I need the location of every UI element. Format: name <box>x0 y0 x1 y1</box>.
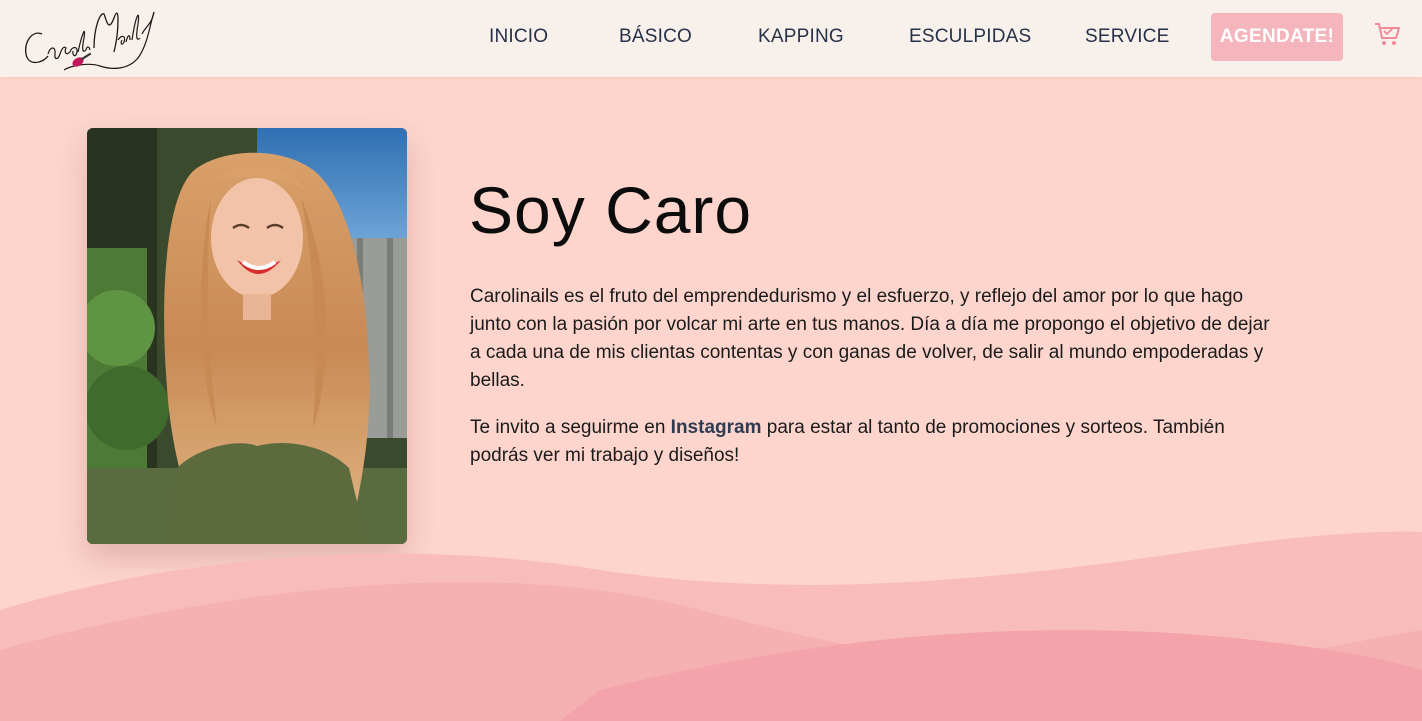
about-paragraph: Carolinails es el fruto del emprendeduri… <box>470 286 1270 391</box>
instagram-paragraph-lead: Te invito a seguirme en <box>470 417 671 438</box>
nav-service[interactable]: SERVICE <box>1085 26 1169 48</box>
about-title: Soy Caro <box>469 173 753 247</box>
page: INICIO BÁSICO KAPPING ESCULPIDAS SERVICE… <box>0 0 1422 721</box>
nav-esculpidas[interactable]: ESCULPIDAS <box>909 26 1031 48</box>
instagram-link[interactable]: Instagram <box>671 417 762 438</box>
instagram-paragraph: Te invito a seguirme en Instagram para e… <box>470 414 1280 470</box>
nav-inicio[interactable]: INICIO <box>489 26 548 48</box>
nav-basico[interactable]: BÁSICO <box>619 26 692 48</box>
shopping-cart-icon[interactable] <box>1373 20 1401 48</box>
decorative-waves <box>0 531 1422 721</box>
portrait-photo <box>87 128 407 544</box>
agendate-button[interactable]: AGENDATE! <box>1211 13 1343 61</box>
nav-kapping[interactable]: KAPPING <box>758 26 844 48</box>
carolinails-logo[interactable] <box>20 4 160 72</box>
site-header: INICIO BÁSICO KAPPING ESCULPIDAS SERVICE… <box>0 0 1422 77</box>
